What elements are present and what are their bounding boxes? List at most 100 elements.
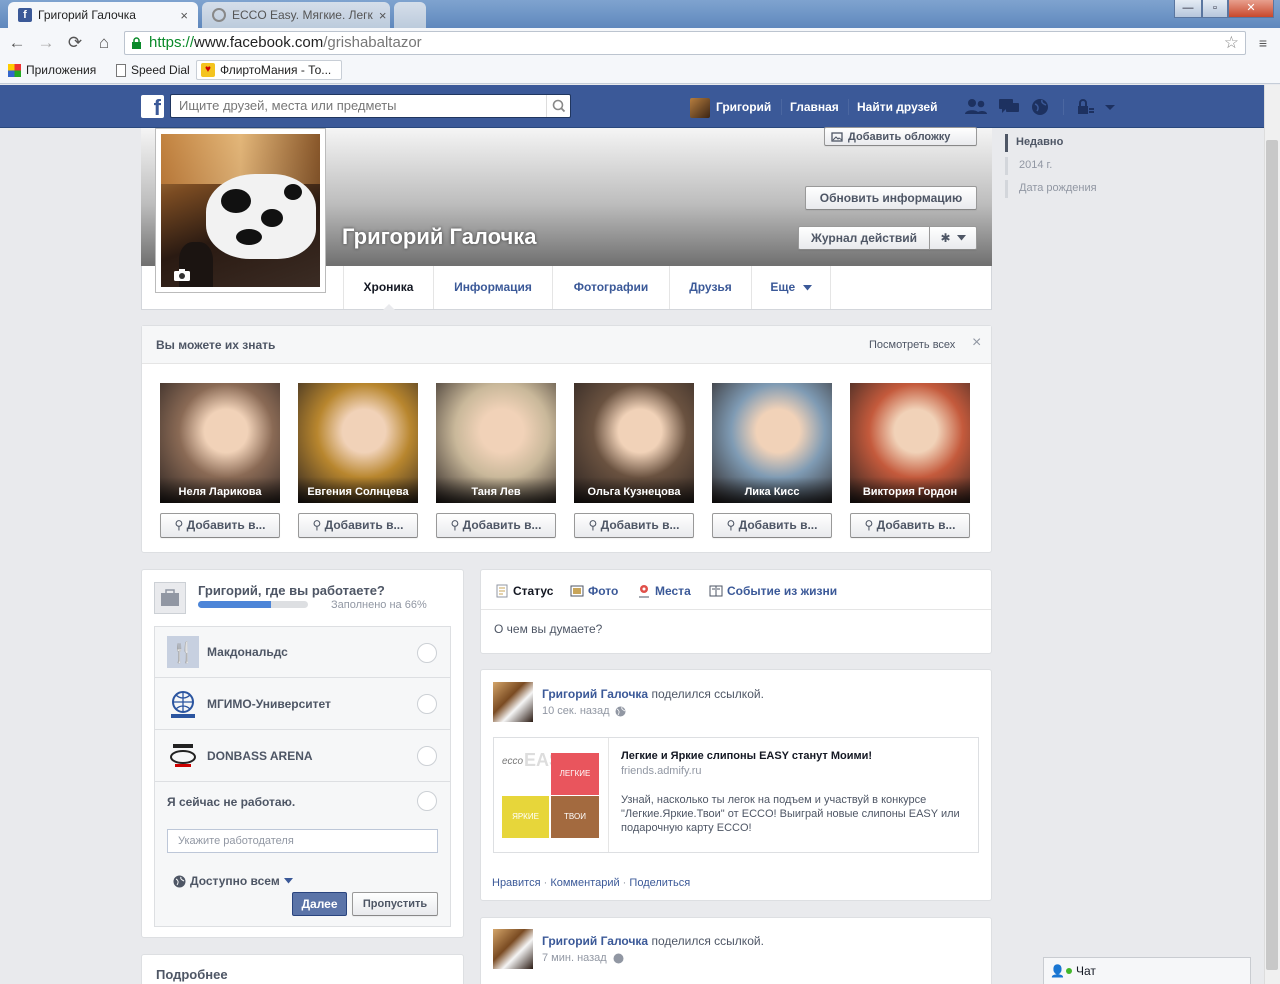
globe-icon[interactable] (615, 706, 626, 717)
post-author[interactable]: Григорий Галочка (542, 687, 648, 701)
reload-icon[interactable]: ⟳ (64, 32, 86, 54)
menu-icon[interactable]: ≡ (1252, 32, 1274, 54)
nav-find-friends[interactable]: Найти друзей (848, 96, 946, 118)
person-card[interactable]: Лика Кисс (712, 383, 832, 503)
ecco-favicon-icon (212, 8, 226, 22)
timeline-nav-recent[interactable]: Недавно (1005, 134, 1063, 152)
profile-name[interactable]: Григорий Галочка (342, 224, 537, 250)
search-input[interactable]: Ищите друзей, места или предметы (170, 94, 571, 118)
post-actions: Нравится · Комментарий · Поделиться (492, 877, 691, 889)
tab-more[interactable]: Еще (752, 266, 831, 309)
person-card[interactable]: Евгения Солнцева (298, 383, 418, 503)
add-friend-button[interactable]: ⚲ Добавить в... (160, 513, 280, 538)
author-avatar[interactable] (493, 929, 533, 969)
job-option[interactable]: DONBASS ARENA (154, 730, 451, 782)
update-info-button[interactable]: Обновить информацию (805, 186, 977, 210)
scrollbar-thumb[interactable] (1266, 140, 1278, 970)
bookmark-speed-dial[interactable]: Speed Dial (112, 60, 194, 80)
job-option-none[interactable]: Я сейчас не работаю. (154, 782, 451, 822)
minimize-button[interactable]: — (1174, 0, 1202, 18)
chat-tab[interactable]: 👤 Чат (1043, 957, 1251, 984)
forward-icon[interactable]: → (35, 32, 57, 54)
add-friend-button[interactable]: ⚲ Добавить в... (298, 513, 418, 538)
messages-icon[interactable] (997, 96, 1021, 118)
post-time[interactable]: 7 мин. назад (542, 952, 607, 964)
composer-tab-status[interactable]: Статус (495, 583, 553, 599)
notifications-globe-icon[interactable] (1029, 96, 1051, 118)
skip-button[interactable]: Пропустить (352, 892, 438, 916)
radio-button[interactable] (417, 746, 437, 766)
timeline-nav-year[interactable]: 2014 г. (1005, 157, 1052, 175)
timeline-nav-birth[interactable]: Дата рождения (1005, 180, 1097, 198)
bookmark-flirtomania[interactable]: ♥ ФлиртоМания - То... (196, 60, 342, 80)
address-bar[interactable]: https://www.facebook.com/grishabaltazor … (124, 31, 1246, 55)
privacy-lock-icon[interactable] (1074, 96, 1096, 118)
add-friend-button[interactable]: ⚲ Добавить в... (850, 513, 970, 538)
person-card[interactable]: Виктория Гордон (850, 383, 970, 503)
home-icon[interactable]: ⌂ (93, 32, 115, 54)
tab-title: Григорий Галочка (38, 8, 136, 22)
friend-requests-icon[interactable] (963, 96, 989, 118)
employer-input[interactable]: Укажите работодателя (167, 829, 438, 853)
search-icon[interactable] (546, 95, 570, 117)
composer-input[interactable]: О чем вы думаете? (494, 622, 602, 636)
post-time[interactable]: 10 сек. назад (542, 705, 609, 717)
link-thumbnail[interactable]: ecco EASY ЛЕГКИЕ ЯРКИЕ ТВОИ (494, 738, 609, 852)
person-card[interactable]: Ольга Кузнецова (574, 383, 694, 503)
radio-button[interactable] (417, 643, 437, 663)
like-link[interactable]: Нравится (492, 877, 541, 889)
camera-icon[interactable] (173, 268, 191, 282)
tab-friends[interactable]: Друзья (670, 266, 752, 309)
comment-link[interactable]: Комментарий (550, 877, 619, 889)
tab-timeline[interactable]: Хроника (343, 266, 434, 310)
tab-photos[interactable]: Фотографии (553, 266, 670, 309)
nav-profile[interactable]: Григорий (681, 96, 780, 118)
post-meta: 7 мин. назад (542, 952, 624, 964)
person-card[interactable]: Таня Лев (436, 383, 556, 503)
tab-info[interactable]: Информация (434, 266, 553, 309)
composer-tab-places[interactable]: Места (637, 583, 691, 599)
add-friend-button[interactable]: ⚲ Добавить в... (712, 513, 832, 538)
feed-post (480, 917, 992, 984)
radio-button[interactable] (417, 694, 437, 714)
post-author[interactable]: Григорий Галочка (542, 934, 648, 948)
job-option[interactable]: 🍴 Макдональдс (154, 626, 451, 678)
author-avatar[interactable] (493, 682, 533, 722)
activity-settings-button[interactable]: ✱ (929, 226, 977, 250)
maximize-button[interactable]: ▫ (1202, 0, 1228, 18)
url-scheme: https:// (149, 34, 195, 51)
job-option[interactable]: МГИМО-Университет (154, 678, 451, 730)
close-icon[interactable]: × (972, 334, 981, 352)
person-card[interactable]: Неля Ларикова (160, 383, 280, 503)
profile-picture[interactable] (155, 128, 326, 293)
cow-figure (206, 174, 316, 259)
new-tab-button[interactable] (394, 2, 426, 28)
add-friend-button[interactable]: ⚲ Добавить в... (436, 513, 556, 538)
activity-log-button[interactable]: Журнал действий (798, 226, 930, 250)
composer-tab-life-event[interactable]: Событие из жизни (709, 583, 837, 599)
tab-close-icon[interactable]: × (180, 8, 188, 23)
post-header: Григорий Галочка поделился ссылкой. (542, 934, 764, 948)
share-link[interactable]: Поделиться (629, 877, 690, 889)
tab-inactive[interactable]: ECCO Easy. Мягкие. Легк × (202, 2, 390, 28)
tab-active[interactable]: f Григорий Галочка × (8, 2, 198, 28)
link-title[interactable]: Легкие и Яркие слипоны EASY станут Моими… (621, 750, 872, 762)
close-window-button[interactable]: ✕ (1228, 0, 1274, 18)
back-icon[interactable]: ← (6, 32, 28, 54)
composer-tab-photo[interactable]: Фото (570, 583, 618, 599)
bookmark-apps[interactable]: Приложения (4, 60, 100, 80)
bookmark-star-icon[interactable]: ☆ (1224, 32, 1239, 54)
add-cover-button[interactable]: Добавить обложку (824, 127, 977, 146)
radio-button[interactable] (417, 791, 437, 811)
next-button[interactable]: Далее (292, 892, 347, 916)
person-name: Неля Ларикова (160, 477, 280, 503)
privacy-selector[interactable]: Доступно всем (173, 874, 293, 888)
nav-home[interactable]: Главная (781, 96, 848, 118)
facebook-logo[interactable]: f (141, 95, 164, 120)
globe-icon[interactable] (613, 953, 624, 964)
post-action: поделился ссылкой. (651, 687, 764, 701)
see-all-link[interactable]: Посмотреть всех (869, 339, 955, 351)
account-dropdown-icon[interactable] (1102, 96, 1118, 118)
tab-close-icon[interactable]: × (379, 8, 387, 23)
add-friend-button[interactable]: ⚲ Добавить в... (574, 513, 694, 538)
